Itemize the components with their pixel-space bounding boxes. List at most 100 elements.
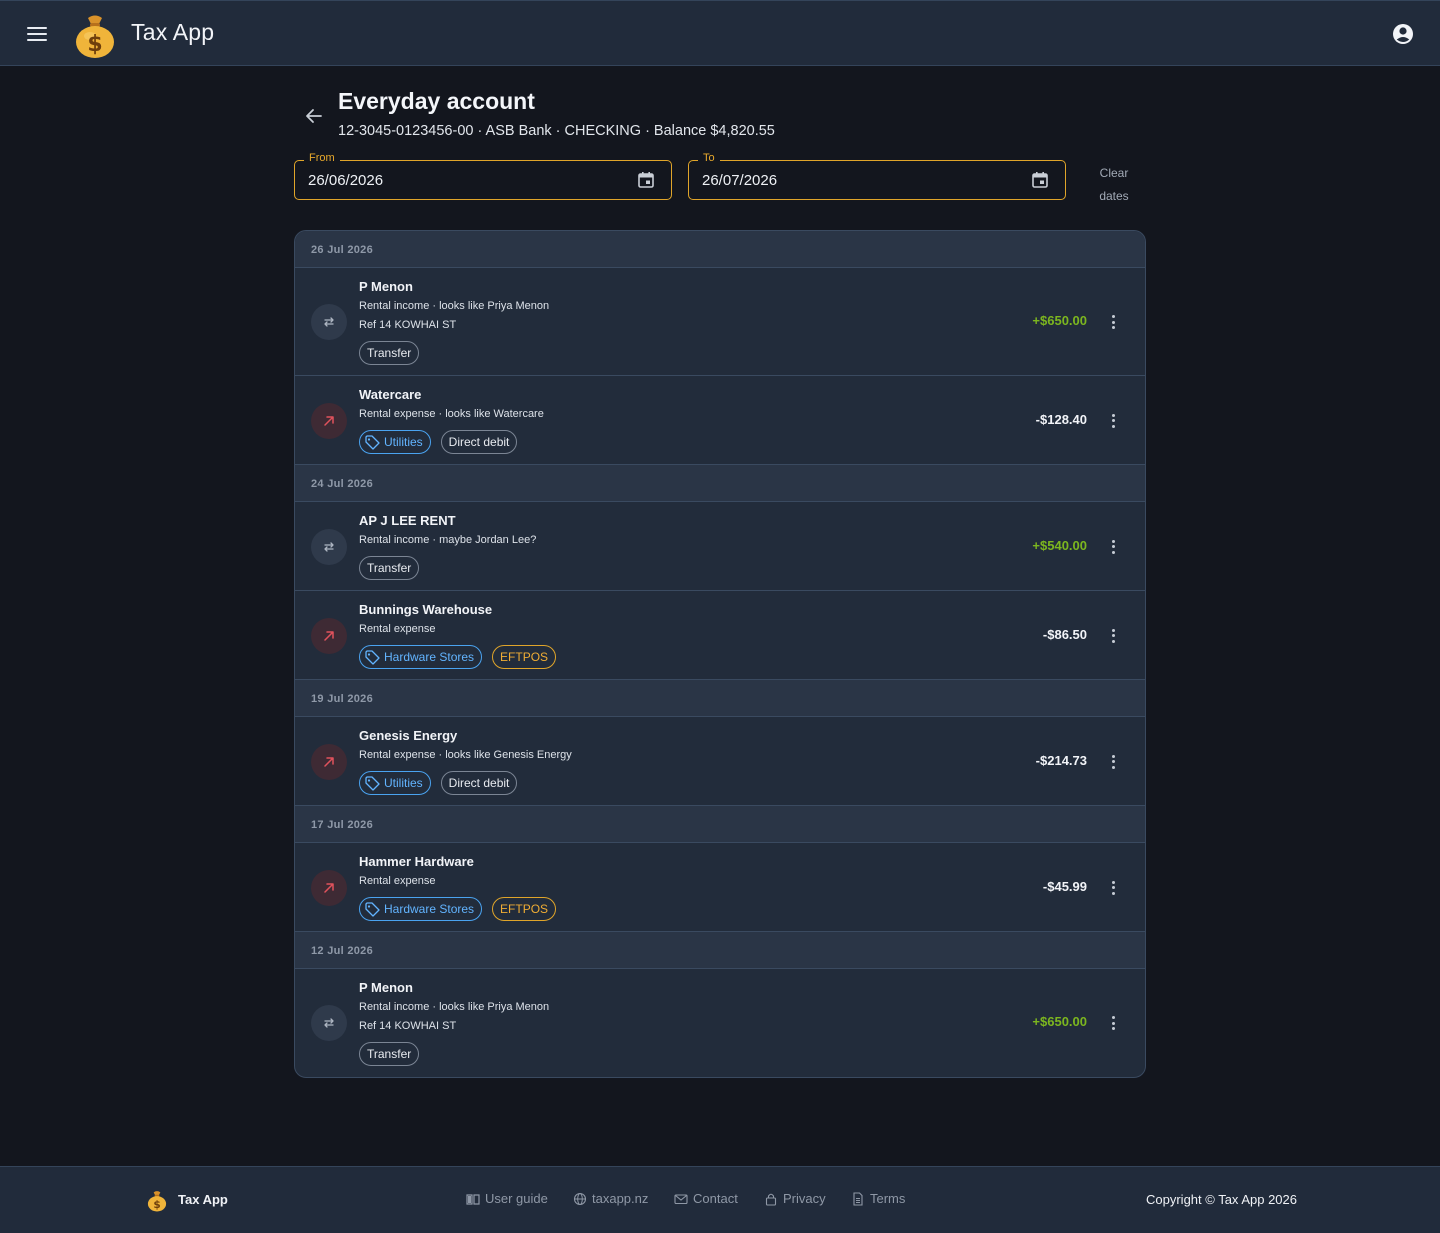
transaction-chips: Utilities Direct debit xyxy=(359,771,518,795)
more-options-icon[interactable] xyxy=(1101,1011,1125,1035)
method-chip[interactable]: Direct debit xyxy=(440,771,518,795)
method-chip[interactable]: Transfer xyxy=(359,1042,420,1066)
transaction-description: Rental expense xyxy=(359,875,436,887)
chip-label: EFTPOS xyxy=(500,650,549,664)
outgoing-arrow-icon xyxy=(324,882,334,893)
clear-dates-button[interactable]: Clear dates xyxy=(1088,162,1140,208)
transaction-description: Rental income · looks like Priya Menon xyxy=(359,300,550,312)
chip-label: Transfer xyxy=(367,1047,412,1061)
more-options-icon[interactable] xyxy=(1101,876,1125,900)
category-chip[interactable]: Utilities xyxy=(359,430,431,454)
transaction-amount: -$86.50 xyxy=(1042,626,1087,642)
transaction-name: Genesis Energy xyxy=(359,728,458,743)
chip-label: Direct debit xyxy=(448,435,510,449)
transaction-row[interactable]: P Menon Rental income · looks like Priya … xyxy=(295,268,1145,376)
outgoing-arrow-icon xyxy=(324,630,334,641)
tag-icon xyxy=(365,650,380,665)
transaction-name: Watercare xyxy=(359,387,422,402)
globe-icon xyxy=(573,1192,587,1205)
to-date-value[interactable]: 26/07/2026 xyxy=(702,172,777,189)
date-group-label: 24 Jul 2026 xyxy=(311,478,374,490)
date-group-header: 12 Jul 2026 xyxy=(295,932,1145,969)
transaction-name: P Menon xyxy=(359,279,413,294)
to-date-field[interactable]: To 26/07/2026 xyxy=(688,152,1066,200)
transaction-row[interactable]: Watercare Rental expense · looks like Wat… xyxy=(295,376,1145,465)
transaction-name: Bunnings Warehouse xyxy=(359,602,493,617)
date-group-header: 19 Jul 2026 xyxy=(295,680,1145,717)
method-chip[interactable]: Transfer xyxy=(359,341,420,365)
svg-text:$: $ xyxy=(153,1199,160,1211)
more-options-icon[interactable] xyxy=(1101,409,1125,433)
calendar-icon[interactable] xyxy=(1031,171,1049,189)
top-app-bar: $ Tax App xyxy=(0,0,1440,66)
transactions-list: 26 Jul 2026 P Menon Rental income · looks … xyxy=(294,230,1146,1078)
transfer-arrows-icon xyxy=(324,1018,334,1028)
chip-label: Utilities xyxy=(384,776,423,790)
transaction-description: Rental expense · looks like Genesis Ener… xyxy=(359,749,572,761)
date-group-header: 26 Jul 2026 xyxy=(295,231,1145,268)
transaction-description: Rental income · looks like Priya Menon xyxy=(359,1001,550,1013)
transaction-row[interactable]: P Menon Rental income · looks like Priya … xyxy=(295,969,1145,1077)
category-chip[interactable]: Hardware Stores xyxy=(359,897,483,921)
method-chip[interactable]: Transfer xyxy=(359,556,420,580)
from-date-value[interactable]: 26/06/2026 xyxy=(308,172,383,189)
transaction-row[interactable]: Genesis Energy Rental expense · looks lik… xyxy=(295,717,1145,806)
category-chip[interactable]: Utilities xyxy=(359,771,431,795)
transaction-name: P Menon xyxy=(359,980,413,995)
date-group-header: 17 Jul 2026 xyxy=(295,806,1145,843)
copyright-text: Copyright © Tax App 2026 xyxy=(1146,1192,1297,1207)
clear-dates-line1: Clear xyxy=(1099,166,1129,180)
page-title: Everyday account xyxy=(338,88,535,114)
footer-link-privacy[interactable]: Privacy xyxy=(764,1191,826,1206)
lock-icon xyxy=(765,1193,777,1206)
transaction-amount: -$128.40 xyxy=(1035,411,1087,427)
transaction-description: Rental expense · looks like Watercare xyxy=(359,408,544,420)
expense-avatar xyxy=(311,869,347,906)
transaction-row[interactable]: AP J LEE RENT Rental income · maybe Jorda… xyxy=(295,502,1145,591)
date-group-label: 12 Jul 2026 xyxy=(311,945,374,957)
more-options-icon[interactable] xyxy=(1101,535,1125,559)
transaction-chips: Hardware Stores EFTPOS xyxy=(359,897,557,921)
chip-label: Transfer xyxy=(367,346,412,360)
category-chip[interactable]: Hardware Stores xyxy=(359,645,483,669)
footer-link-label: taxapp.nz xyxy=(592,1191,649,1206)
chip-label: Utilities xyxy=(384,435,423,449)
from-date-field[interactable]: From 26/06/2026 xyxy=(294,152,672,200)
date-group-label: 19 Jul 2026 xyxy=(311,693,374,705)
more-options-icon[interactable] xyxy=(1101,310,1125,334)
method-chip[interactable]: EFTPOS xyxy=(492,897,557,921)
footer-link-label: Contact xyxy=(693,1191,738,1206)
expense-avatar xyxy=(311,402,347,439)
transaction-row[interactable]: Bunnings Warehouse Rental expense Hardware… xyxy=(295,591,1145,680)
svg-text:$: $ xyxy=(87,32,102,57)
transaction-amount: -$214.73 xyxy=(1035,752,1087,768)
transfer-avatar xyxy=(311,304,347,340)
transaction-chips: Transfer xyxy=(359,556,420,580)
date-group-label: 17 Jul 2026 xyxy=(311,819,374,831)
transaction-row[interactable]: Hammer Hardware Rental expense Hardware St… xyxy=(295,843,1145,932)
document-icon xyxy=(853,1191,863,1206)
more-options-icon[interactable] xyxy=(1101,750,1125,774)
transaction-reference: Ref 14 KOWHAI ST xyxy=(359,319,457,331)
calendar-icon[interactable] xyxy=(637,171,655,189)
footer-link-website[interactable]: taxapp.nz xyxy=(573,1191,648,1206)
back-arrow-icon[interactable] xyxy=(302,104,326,128)
more-options-icon[interactable] xyxy=(1101,624,1125,648)
footer-link-contact[interactable]: Contact xyxy=(674,1191,738,1206)
method-chip[interactable]: Direct debit xyxy=(440,430,518,454)
transaction-amount: -$45.99 xyxy=(1042,878,1087,894)
transfer-avatar xyxy=(311,1005,347,1041)
transfer-arrows-icon xyxy=(324,541,334,552)
account-circle-icon[interactable] xyxy=(1390,21,1416,47)
transaction-chips: Transfer xyxy=(359,341,420,365)
hamburger-menu-icon[interactable] xyxy=(22,20,52,48)
book-icon xyxy=(466,1193,480,1205)
expense-avatar xyxy=(311,617,347,654)
tag-icon xyxy=(365,435,380,450)
footer-link-user-guide[interactable]: User guide xyxy=(466,1191,548,1206)
method-chip[interactable]: EFTPOS xyxy=(492,645,557,669)
transaction-description: Rental expense xyxy=(359,623,436,635)
footer-link-terms[interactable]: Terms xyxy=(851,1191,905,1206)
footer-link-label: Terms xyxy=(870,1191,906,1206)
chip-label: Transfer xyxy=(367,561,412,575)
